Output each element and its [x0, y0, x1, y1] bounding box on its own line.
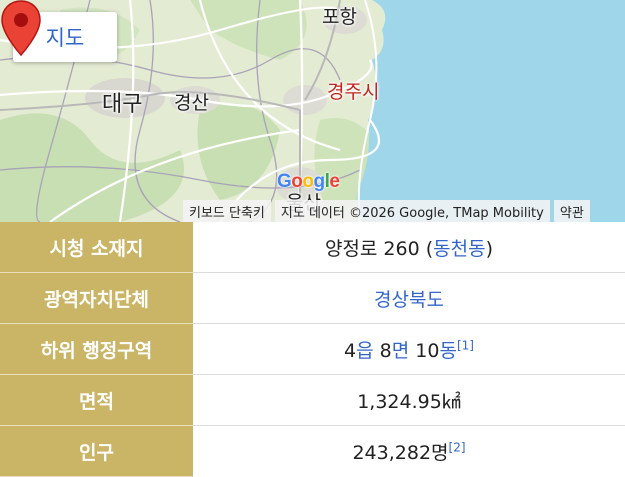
reference-1[interactable]: [1] [457, 338, 474, 352]
city-label-gyeongju: 경주시 [327, 81, 380, 103]
eup-link[interactable]: 읍 [356, 340, 373, 362]
infobox-row: 인구 243,282명[2] [0, 425, 625, 477]
open-map-label: 지도 [45, 26, 85, 50]
row-value-city-hall: 양정로 260 (동천동) [193, 222, 625, 273]
city-label-pohang: 포항 [322, 6, 357, 28]
city-label-daegu: 대구 [102, 92, 143, 117]
keyboard-shortcuts-link[interactable]: 키보드 단축키 [183, 200, 271, 222]
terms-link[interactable]: 약관 [553, 200, 590, 222]
gyeongbuk-link[interactable]: 경상북도 [374, 289, 444, 311]
row-header-population: 인구 [0, 425, 193, 477]
infobox-row: 면적 1,324.95㎢ [0, 374, 625, 426]
row-header-province: 광역자치단체 [0, 272, 193, 324]
infobox-row: 광역자치단체 경상북도 [0, 272, 625, 324]
map-pin-icon[interactable] [0, 0, 42, 56]
row-value-province: 경상북도 [193, 272, 625, 324]
dongcheon-link[interactable]: 동천동 [433, 238, 485, 260]
map-data-attribution: 지도 데이터 ©2026 Google, TMap Mobility [274, 200, 550, 222]
infobox-row: 시청 소재지 양정로 260 (동천동) [0, 222, 625, 273]
page: 지도 포항 대구 경산 경주시 울산 Google 키보드 단축키 지도 데이터… [0, 0, 625, 477]
infobox-row: 하위 행정구역 4읍 8면 10동[1] [0, 323, 625, 375]
city-label-gyeongsan: 경산 [174, 92, 209, 114]
map-view[interactable]: 지도 포항 대구 경산 경주시 울산 Google 키보드 단축키 지도 데이터… [0, 0, 625, 222]
row-header-city-hall: 시청 소재지 [0, 222, 193, 273]
row-value-area: 1,324.95㎢ [193, 374, 625, 426]
row-value-subdivisions: 4읍 8면 10동[1] [193, 323, 625, 375]
map-attribution-bar: 키보드 단축키 지도 데이터 ©2026 Google, TMap Mobili… [183, 200, 625, 222]
row-header-subdivisions: 하위 행정구역 [0, 323, 193, 375]
myeon-link[interactable]: 면 [392, 340, 409, 362]
reference-2[interactable]: [2] [449, 440, 466, 454]
dong-link[interactable]: 동 [439, 340, 456, 362]
row-value-population: 243,282명[2] [193, 425, 625, 477]
row-header-area: 면적 [0, 374, 193, 426]
infobox-table: 시청 소재지 양정로 260 (동천동) 광역자치단체 경상북도 하위 행정구역… [0, 222, 625, 477]
google-logo: Google [277, 171, 340, 192]
